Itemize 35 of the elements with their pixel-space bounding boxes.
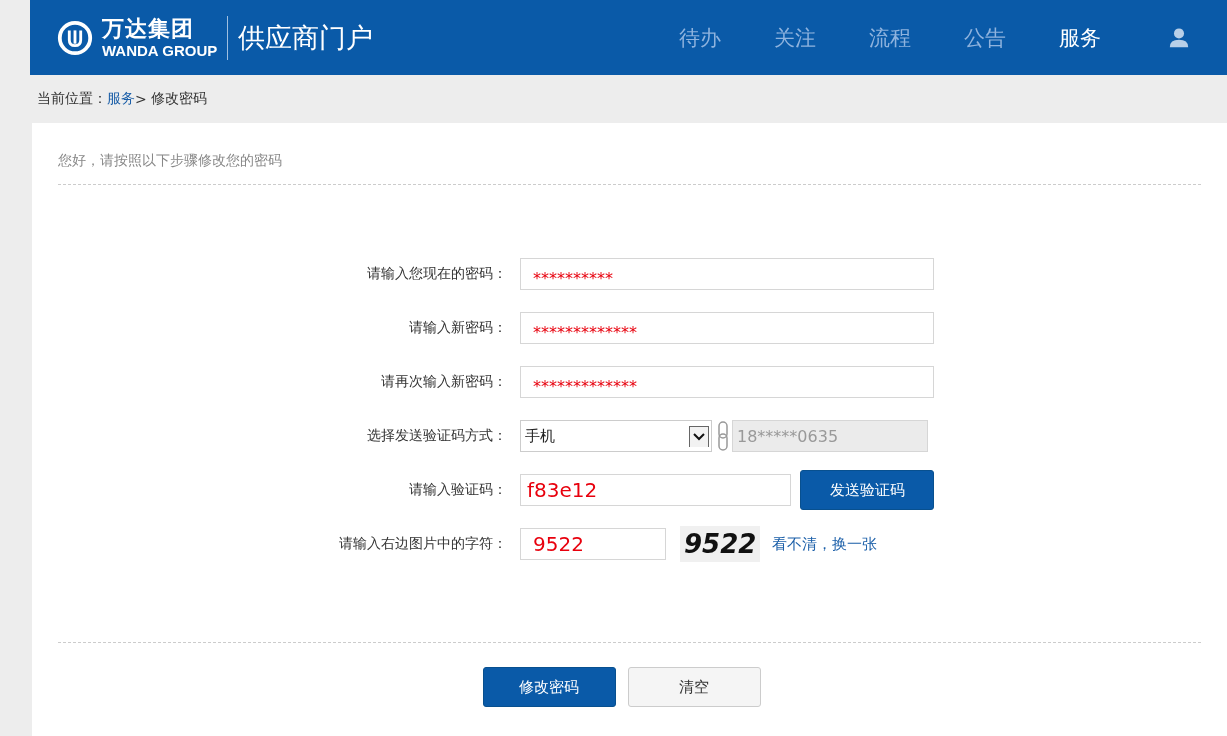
password-field[interactable]: ************* [520, 366, 934, 398]
password-field[interactable]: ********** [520, 258, 934, 290]
field-label: 请再次输入新密码： [380, 373, 508, 391]
breadcrumb-label: 当前位置： [37, 90, 107, 108]
nav-tab[interactable]: 公告 [937, 23, 1032, 52]
verification-code-field[interactable]: f83e12 [520, 474, 791, 506]
send-code-button[interactable]: 发送验证码 [800, 470, 934, 510]
nav-tab[interactable]: 待办 [652, 23, 747, 52]
breadcrumb-separator: > [135, 91, 147, 107]
link-icon [718, 421, 728, 451]
refresh-captcha-link[interactable]: 看不清，换一张 [772, 534, 878, 554]
field-label: 请输入新密码： [408, 319, 508, 337]
clear-button[interactable]: 清空 [627, 667, 761, 707]
captcha-image: 9522 [680, 526, 761, 562]
logo-text: 万达集团 [102, 16, 195, 42]
intro-text: 您好，请按照以下步骤修改您的密码 [58, 151, 283, 170]
captcha-field[interactable]: 9522 [520, 528, 666, 560]
user-icon[interactable] [1167, 26, 1191, 49]
breadcrumb-current: 修改密码 [150, 90, 207, 108]
nav-tab[interactable]: 关注 [747, 23, 842, 52]
phone-field: 18*****0635 [732, 420, 928, 452]
logo-subtext: WANDA GROUP [102, 42, 218, 59]
field-label: 请输入您现在的密码： [366, 265, 508, 283]
logo-icon [56, 18, 94, 57]
field-label: 请输入验证码： [408, 481, 508, 499]
submit-button[interactable]: 修改密码 [482, 667, 616, 707]
password-field[interactable]: ************* [520, 312, 934, 344]
method-dropdown[interactable]: 手机 [520, 420, 712, 452]
caret-icon [689, 425, 709, 447]
portal-title: 供应商门户 [238, 20, 374, 55]
field-label: 请输入右边图片中的字符： [338, 535, 508, 553]
field-label: 选择发送验证码方式： [366, 427, 508, 445]
breadcrumb-link[interactable]: 服务 [107, 90, 135, 108]
nav-tab[interactable]: 流程 [842, 23, 937, 52]
nav-tab[interactable]: 服务 [1032, 23, 1127, 52]
